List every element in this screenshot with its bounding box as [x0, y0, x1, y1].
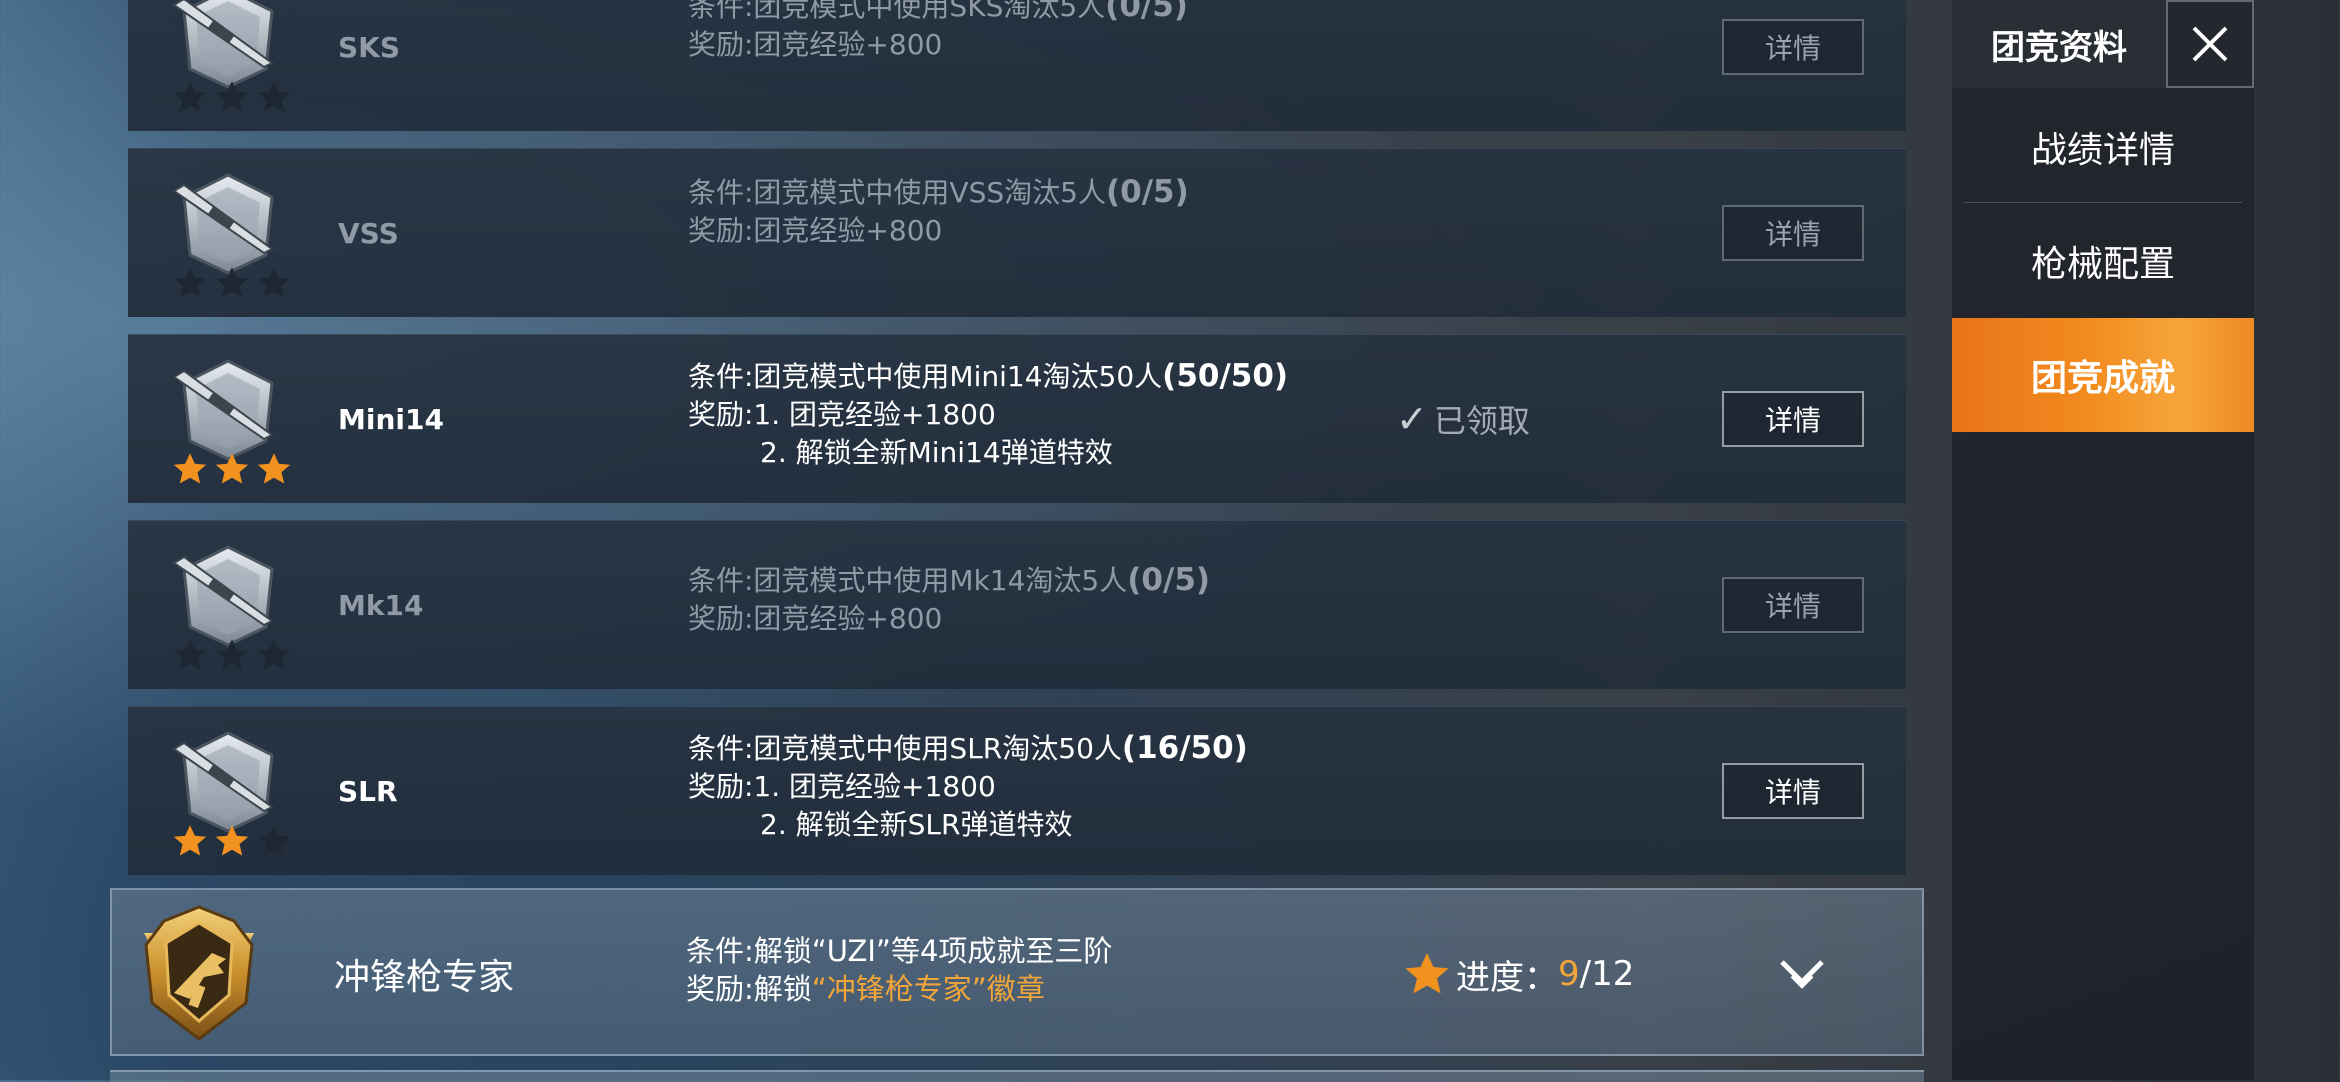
detail-button[interactable]: 详情	[1722, 577, 1864, 633]
star-rating	[173, 825, 291, 856]
progress-label: 进度：	[1456, 957, 1558, 998]
achievement-reward: 奖励:1. 团竞经验+1800	[688, 770, 996, 803]
divider	[1964, 202, 2242, 203]
star-empty-icon	[257, 639, 291, 670]
star-empty-icon	[173, 267, 207, 298]
achievement-row-vss: VSS 条件:团竞模式中使用VSS淘汰5人(0/5) 奖励:团竞经验+800 详…	[128, 148, 1906, 317]
sidebar-title: 团竞资料	[1952, 0, 2166, 88]
checkmark-icon: ✓	[1396, 397, 1428, 441]
achievement-reward: 奖励:团竞经验+800	[688, 214, 943, 247]
achievement-reward: 奖励:团竞经验+800	[688, 28, 943, 61]
achievement-reward-line2: 2. 解锁全新SLR弹道特效	[760, 808, 1073, 841]
expert-condition: 条件:解锁“UZI”等4项成就至三阶	[686, 934, 1113, 968]
star-filled-icon	[215, 453, 249, 484]
close-icon	[2192, 26, 2228, 62]
star-empty-icon	[215, 81, 249, 112]
star-filled-icon	[173, 825, 207, 856]
detail-button[interactable]: 详情	[1722, 19, 1864, 75]
detail-button[interactable]: 详情	[1722, 763, 1864, 819]
achievement-reward: 奖励:团竞经验+800	[688, 602, 943, 635]
next-expert-row-edge	[110, 1070, 1924, 1082]
sidebar-item-stats[interactable]: 战绩详情	[1952, 90, 2254, 204]
star-filled-icon	[257, 453, 291, 484]
star-filled-icon	[173, 453, 207, 484]
star-empty-icon	[257, 267, 291, 298]
chevron-double-down-icon[interactable]	[1772, 950, 1832, 1000]
star-empty-icon	[215, 639, 249, 670]
achievement-condition: 条件:团竞模式中使用Mini14淘汰50人	[688, 360, 1163, 393]
achievement-condition: 条件:团竞模式中使用Mk14淘汰5人	[688, 564, 1128, 597]
claimed-label: 已领取	[1433, 402, 1530, 440]
achievement-row-sks: SKS 条件:团竞模式中使用SKS淘汰5人(0/5) 奖励:团竞经验+800 详…	[128, 0, 1906, 131]
smg-expert-emblem-icon	[144, 905, 254, 1041]
achievement-count: (0/5)	[1105, 0, 1188, 24]
claimed-status: ✓ 已领取	[1396, 335, 1530, 503]
sidebar: 团竞资料 战绩详情 枪械配置 团竞成就	[1952, 0, 2254, 1080]
expert-reward-badge: “冲锋枪专家”徽章	[811, 972, 1045, 1006]
expert-name: 冲锋枪专家	[334, 957, 515, 998]
achievement-condition: 条件:团竞模式中使用SKS淘汰5人	[688, 0, 1106, 23]
star-icon	[1405, 953, 1449, 994]
star-rating	[173, 639, 291, 670]
progress-total: /12	[1579, 954, 1635, 994]
achievement-list[interactable]: SKS 条件:团竞模式中使用SKS淘汰5人(0/5) 奖励:团竞经验+800 详…	[0, 0, 1950, 1082]
star-empty-icon	[215, 267, 249, 298]
achievement-count: (0/5)	[1105, 174, 1189, 210]
detail-button[interactable]: 详情	[1722, 205, 1864, 261]
achievement-name: VSS	[338, 216, 399, 250]
achievement-reward: 奖励:1. 团竞经验+1800	[688, 398, 996, 431]
star-empty-icon	[173, 639, 207, 670]
achievement-row-mini14: Mini14 条件:团竞模式中使用Mini14淘汰50人(50/50) 奖励:1…	[128, 334, 1906, 503]
achievement-name: SLR	[338, 774, 398, 808]
achievement-name: Mk14	[338, 588, 424, 622]
star-rating	[173, 453, 291, 484]
star-empty-icon	[173, 81, 207, 112]
achievement-condition: 条件:团竞模式中使用VSS淘汰5人	[688, 176, 1106, 209]
expert-progress: 进度： 9 /12	[1402, 890, 1634, 1058]
expert-reward-prefix: 奖励:解锁	[686, 972, 812, 1006]
achievement-count: (16/50)	[1121, 730, 1248, 766]
sidebar-item-weapon-config[interactable]: 枪械配置	[1952, 204, 2254, 318]
star-empty-icon	[257, 825, 291, 856]
achievement-name: Mini14	[338, 402, 444, 436]
star-rating	[173, 81, 291, 112]
achievement-row-mk14: Mk14 条件:团竞模式中使用Mk14淘汰5人(0/5) 奖励:团竞经验+800…	[128, 520, 1906, 689]
detail-button[interactable]: 详情	[1722, 391, 1864, 447]
star-filled-icon	[215, 825, 249, 856]
sidebar-item-tdm-achievements[interactable]: 团竞成就	[1952, 318, 2254, 432]
achievement-row-slr: SLR 条件:团竞模式中使用SLR淘汰50人(16/50) 奖励:1. 团竞经验…	[128, 706, 1906, 875]
expert-achievement-row[interactable]: 冲锋枪专家 条件:解锁“UZI”等4项成就至三阶 奖励:解锁“冲锋枪专家”徽章 …	[110, 888, 1924, 1056]
achievement-condition: 条件:团竞模式中使用SLR淘汰50人	[688, 732, 1122, 765]
achievement-count: (50/50)	[1162, 358, 1289, 394]
star-empty-icon	[257, 81, 291, 112]
achievement-reward-line2: 2. 解锁全新Mini14弹道特效	[760, 436, 1113, 469]
star-rating	[173, 267, 291, 298]
close-button[interactable]	[2166, 0, 2254, 88]
achievement-count: (0/5)	[1127, 562, 1211, 598]
achievement-name: SKS	[338, 30, 401, 64]
progress-current: 9	[1558, 954, 1580, 994]
